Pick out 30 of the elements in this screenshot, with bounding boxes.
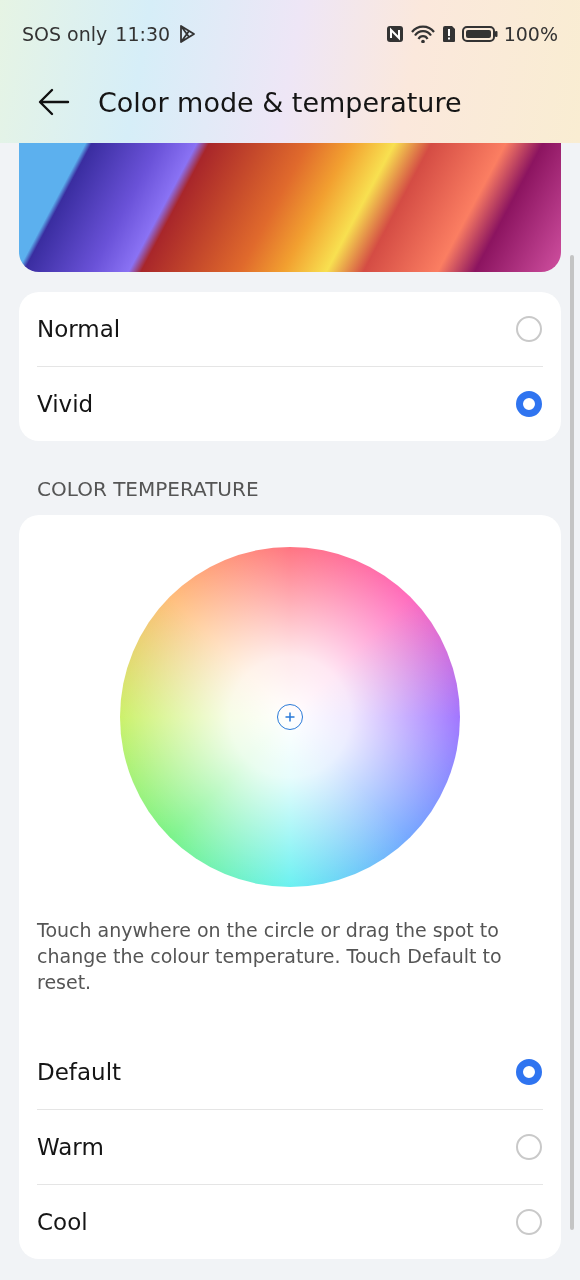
battery-icon <box>461 25 498 43</box>
plus-icon <box>285 712 295 722</box>
option-row[interactable]: Normal <box>37 292 543 366</box>
page-title: Color mode & temperature <box>98 86 462 118</box>
back-button[interactable] <box>38 88 70 116</box>
radio-button[interactable] <box>516 391 542 417</box>
clock-text: 11:30 <box>115 23 171 45</box>
hint-text: Touch anywhere on the circle or drag the spot to change the colour temperature. Touch Default to reset. <box>37 918 503 995</box>
option-label: Default <box>37 1059 122 1085</box>
play-icon <box>178 24 197 44</box>
radio-button[interactable] <box>516 1134 542 1160</box>
carrier-text: SOS only <box>22 23 108 45</box>
radio-button[interactable] <box>516 316 542 342</box>
sim-alert-icon <box>441 25 456 43</box>
radio-button[interactable] <box>516 1059 542 1085</box>
option-label: Warm <box>37 1134 104 1160</box>
option-row[interactable]: Cool <box>37 1184 543 1259</box>
option-row[interactable]: Vivid <box>37 366 543 441</box>
nfc-icon <box>385 25 404 43</box>
scrollbar[interactable] <box>570 255 574 1230</box>
battery-text: 100% <box>503 23 558 45</box>
option-row[interactable]: Default <box>37 1035 543 1109</box>
section-title: COLOR TEMPERATURE <box>36 476 260 503</box>
option-row[interactable]: Warm <box>37 1109 543 1184</box>
option-label: Cool <box>37 1209 88 1235</box>
back-arrow-icon <box>38 88 70 116</box>
option-label: Vivid <box>37 391 94 417</box>
radio-button[interactable] <box>516 1209 542 1235</box>
option-label: Normal <box>37 316 121 342</box>
wifi-icon <box>409 25 436 43</box>
